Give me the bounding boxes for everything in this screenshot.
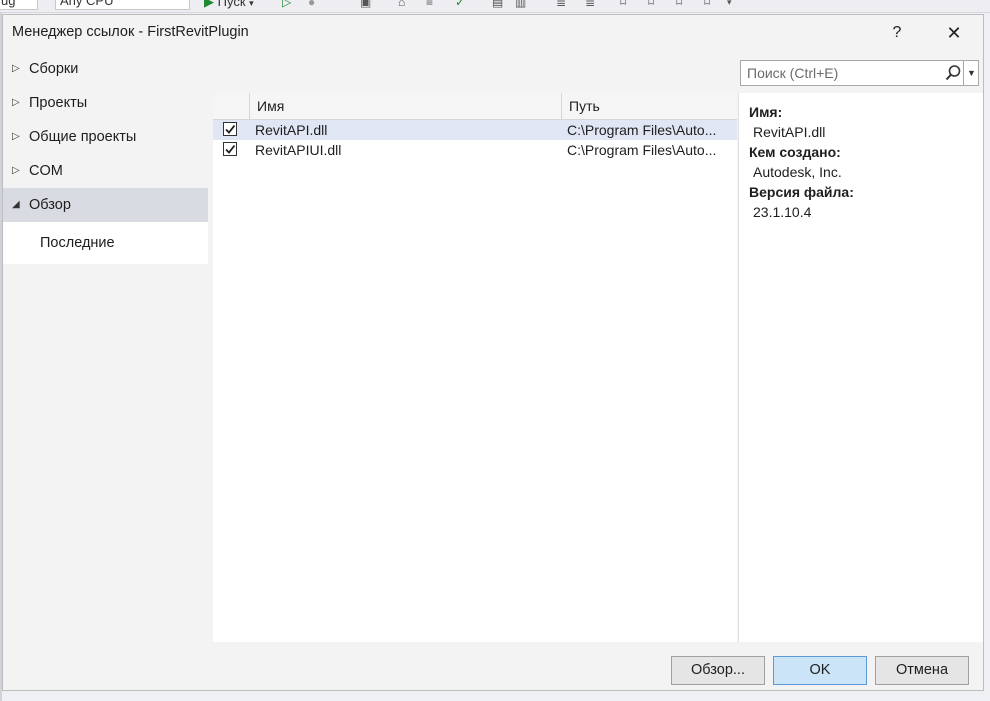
nav-item-com[interactable]: ▷ COM: [3, 154, 208, 188]
bookmark-clear-icon[interactable]: ⌑: [704, 0, 710, 10]
play-icon: ▶: [204, 0, 214, 9]
search-icon[interactable]: [943, 63, 963, 83]
chevron-down-icon: ▾: [249, 0, 254, 8]
ide-toolbar: ug Any CPU ▶ Пуск ▾ ▷ ● ▣ ⌂ ≡ ✓ ▤ ▥ ≣ ≣ …: [0, 0, 990, 13]
reference-path: C:\Program Files\Auto...: [567, 122, 717, 138]
details-panel: Имя: RevitAPI.dll Кем создано: Autodesk,…: [738, 93, 983, 642]
column-header-check[interactable]: [213, 93, 249, 119]
bookmark-icon[interactable]: ⌑: [620, 0, 626, 10]
reference-name: RevitAPIUI.dll: [255, 142, 342, 158]
comment-icon[interactable]: ▤: [492, 0, 503, 10]
bookmark-prev-icon[interactable]: ⌑: [648, 0, 654, 10]
references-grid: Имя Путь RevitAPI.dll C:\Program Files\A…: [213, 93, 737, 642]
reference-manager-dialog: Менеджер ссылок - FirstRevitPlugin ? ✕ ▷…: [2, 14, 984, 691]
stop-icon[interactable]: ●: [308, 0, 315, 10]
toolbar-overflow-icon[interactable]: ▾: [727, 0, 732, 10]
ok-button[interactable]: OK: [773, 656, 867, 685]
config-select[interactable]: ug: [0, 0, 38, 10]
outdent-icon[interactable]: ≣: [585, 0, 595, 10]
nav-item-recent[interactable]: Последние: [3, 222, 208, 264]
dialog-title: Менеджер ссылок - FirstRevitPlugin: [12, 24, 249, 40]
reference-path: C:\Program Files\Auto...: [567, 142, 717, 158]
detail-name-value: RevitAPI.dll: [753, 124, 826, 140]
category-nav: ▷ Сборки ▷ Проекты ▷ Общие проекты ▷ COM…: [3, 52, 208, 264]
expand-arrow-icon: ▷: [12, 97, 20, 108]
column-header-name[interactable]: Имя: [249, 93, 561, 119]
reference-name: RevitAPI.dll: [255, 122, 328, 138]
column-header-path[interactable]: Путь: [561, 93, 737, 119]
table-row[interactable]: RevitAPI.dll C:\Program Files\Auto...: [213, 120, 737, 140]
collapse-arrow-icon: ◢: [12, 199, 20, 210]
nav-item-browse[interactable]: ◢ Обзор: [3, 188, 208, 222]
chevron-down-icon: ▼: [967, 68, 976, 78]
detail-version-value: 23.1.10.4: [753, 204, 812, 220]
search-input[interactable]: [741, 61, 951, 85]
nav-item-shared-projects[interactable]: ▷ Общие проекты: [3, 120, 208, 154]
reference-checkbox[interactable]: [223, 142, 237, 156]
reference-checkbox[interactable]: [223, 122, 237, 136]
detail-created-by-value: Autodesk, Inc.: [753, 164, 842, 180]
nav-item-projects[interactable]: ▷ Проекты: [3, 86, 208, 120]
platform-select[interactable]: Any CPU: [55, 0, 190, 10]
uncomment-icon[interactable]: ▥: [515, 0, 526, 10]
start-without-debug-icon[interactable]: ▷: [282, 0, 291, 10]
checkmark-icon: [225, 124, 236, 134]
home-icon[interactable]: ⌂: [398, 0, 405, 10]
check-icon[interactable]: ✓: [455, 0, 465, 10]
hot-reload-icon[interactable]: ▣: [360, 0, 371, 10]
detail-created-by-label: Кем создано:: [749, 144, 841, 160]
help-button[interactable]: ?: [879, 20, 915, 46]
cancel-button[interactable]: Отмена: [875, 656, 969, 685]
grid-header: Имя Путь: [213, 93, 737, 120]
run-button[interactable]: ▶ Пуск ▾: [204, 0, 254, 11]
detail-version-label: Версия файла:: [749, 184, 854, 200]
checkmark-icon: [225, 144, 236, 154]
indent-icon[interactable]: ≣: [556, 0, 566, 10]
search-box: ▼: [740, 60, 979, 86]
close-button[interactable]: ✕: [936, 20, 972, 46]
detail-name-label: Имя:: [749, 104, 783, 120]
browse-button[interactable]: Обзор...: [671, 656, 765, 685]
expand-arrow-icon: ▷: [12, 131, 20, 142]
format-icon[interactable]: ≡: [426, 0, 433, 10]
expand-arrow-icon: ▷: [12, 63, 20, 74]
bookmark-next-icon[interactable]: ⌑: [676, 0, 682, 10]
nav-item-assemblies[interactable]: ▷ Сборки: [3, 52, 208, 86]
table-row[interactable]: RevitAPIUI.dll C:\Program Files\Auto...: [213, 140, 737, 160]
search-options-dropdown[interactable]: ▼: [963, 61, 979, 85]
dialog-titlebar: Менеджер ссылок - FirstRevitPlugin ? ✕: [3, 15, 983, 52]
expand-arrow-icon: ▷: [12, 165, 20, 176]
